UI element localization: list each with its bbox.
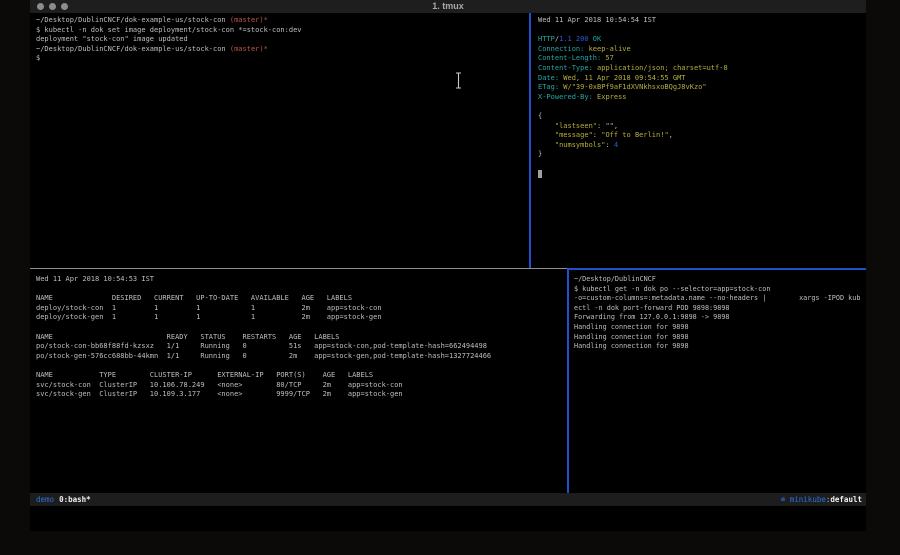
tmux-window-tab[interactable]: 0:bash* <box>59 495 91 504</box>
pane-http-response[interactable]: Wed 11 Apr 2018 10:54:54 IST HTTP/1.1 20… <box>531 13 866 268</box>
terminal-line: deploy/stock-gen 1 1 1 1 2m app=stock-ge… <box>36 313 567 323</box>
mouse-ibeam-cursor <box>455 72 462 89</box>
terminal-line: deploy/stock-con 1 1 1 1 2m app=stock-co… <box>36 304 567 314</box>
kube-namespace: default <box>830 495 862 504</box>
terminal-line: -o=custom-columns=:metadata.name --no-he… <box>574 294 866 304</box>
terminal-line: Content-Type: application/json; charset=… <box>538 64 866 74</box>
terminal-line: "lastseen": "", <box>538 122 866 132</box>
terminal-line: ~/Desktop/DublinCNCF/dok-example-us/stoc… <box>36 45 529 55</box>
terminal-line: $ kubectl -n dok set image deployment/st… <box>36 26 529 36</box>
terminal-line: $ <box>36 54 529 64</box>
pane-port-forward[interactable]: ~/Desktop/DublinCNCF$ kubectl get -n dok… <box>570 271 866 493</box>
pane-divider-vertical-bottom[interactable] <box>567 270 569 493</box>
pane-shell-set-image[interactable]: ~/Desktop/DublinCNCF/dok-example-us/stoc… <box>30 13 529 268</box>
terminal-line: NAME DESIRED CURRENT UP-TO-DATE AVAILABL… <box>36 294 567 304</box>
terminal-line: po/stock-con-bb68f88fd-kzsxz 1/1 Running… <box>36 342 567 352</box>
pane-divider-vertical-top[interactable] <box>529 13 531 269</box>
terminal-line <box>36 361 567 371</box>
terminal-line: "numsymbols": 4 <box>538 141 866 151</box>
tmux-status-bar: demo 0:bash* ☸ minikube:default <box>30 493 866 506</box>
terminal-line: deployment "stock-con" image updated <box>36 35 529 45</box>
terminal-line: Forwarding from 127.0.0.1:9898 -> 9898 <box>574 313 866 323</box>
terminal-line: HTTP/1.1 200 OK <box>538 35 866 45</box>
terminal-line <box>36 323 567 333</box>
tmux-session-name: demo <box>36 495 54 504</box>
terminal-line: ~/Desktop/DublinCNCF/dok-example-us/stoc… <box>36 16 529 26</box>
desktop-background: 1. tmux ~/Desktop/DublinCNCF/dok-example… <box>0 0 900 555</box>
window-title: 1. tmux <box>30 0 866 13</box>
terminal-line: ectl -n dok port-forward POD 9898:9898 <box>574 304 866 314</box>
terminal-line: Handling connection for 9898 <box>574 323 866 333</box>
terminal-line: NAME READY STATUS RESTARTS AGE LABELS <box>36 333 567 343</box>
terminal-line: } <box>538 150 866 160</box>
terminal-line <box>36 285 567 295</box>
statusbar-left: demo 0:bash* <box>36 493 91 506</box>
terminal-line <box>538 160 866 170</box>
terminal-line <box>538 102 866 112</box>
terminal-line: Wed 11 Apr 2018 10:54:54 IST <box>538 16 866 26</box>
terminal-line: svc/stock-gen ClusterIP 10.109.3.177 <no… <box>36 390 567 400</box>
pane-divider-horizontal-right[interactable] <box>567 268 866 270</box>
statusbar-right: ☸ minikube:default <box>781 493 862 506</box>
terminal-window: 1. tmux ~/Desktop/DublinCNCF/dok-example… <box>30 0 866 531</box>
terminal-line <box>538 170 866 180</box>
terminal-line: { <box>538 112 866 122</box>
terminal-line: ~/Desktop/DublinCNCF <box>574 275 866 285</box>
pane-divider-horizontal-left[interactable] <box>30 268 567 269</box>
pane-kubectl-resources[interactable]: Wed 11 Apr 2018 10:54:53 IST NAME DESIRE… <box>30 271 567 493</box>
terminal-line: "message": "Off to Berlin!", <box>538 131 866 141</box>
terminal-line: $ kubectl get -n dok po --selector=app=s… <box>574 285 866 295</box>
window-titlebar[interactable]: 1. tmux <box>30 0 866 13</box>
terminal-line: po/stock-gen-576cc688bb-44kmn 1/1 Runnin… <box>36 352 567 362</box>
terminal-line: Content-Length: 57 <box>538 54 866 64</box>
terminal-line: X-Powered-By: Express <box>538 93 866 103</box>
terminal-line <box>538 26 866 36</box>
terminal-line: Handling connection for 9898 <box>574 333 866 343</box>
terminal-line: Date: Wed, 11 Apr 2018 09:54:55 GMT <box>538 74 866 84</box>
terminal-line: NAME TYPE CLUSTER-IP EXTERNAL-IP PORT(S)… <box>36 371 567 381</box>
terminal-line: ETag: W/"39-0xBPf9aF1dXVNkhsxoBQgJ8vKzo" <box>538 83 866 93</box>
kube-context: minikube <box>790 495 826 504</box>
terminal-line: Wed 11 Apr 2018 10:54:53 IST <box>36 275 567 285</box>
terminal-line: Handling connection for 9898 <box>574 342 866 352</box>
terminal-line: svc/stock-con ClusterIP 10.106.78.249 <n… <box>36 381 567 391</box>
terminal-line: Connection: keep-alive <box>538 45 866 55</box>
